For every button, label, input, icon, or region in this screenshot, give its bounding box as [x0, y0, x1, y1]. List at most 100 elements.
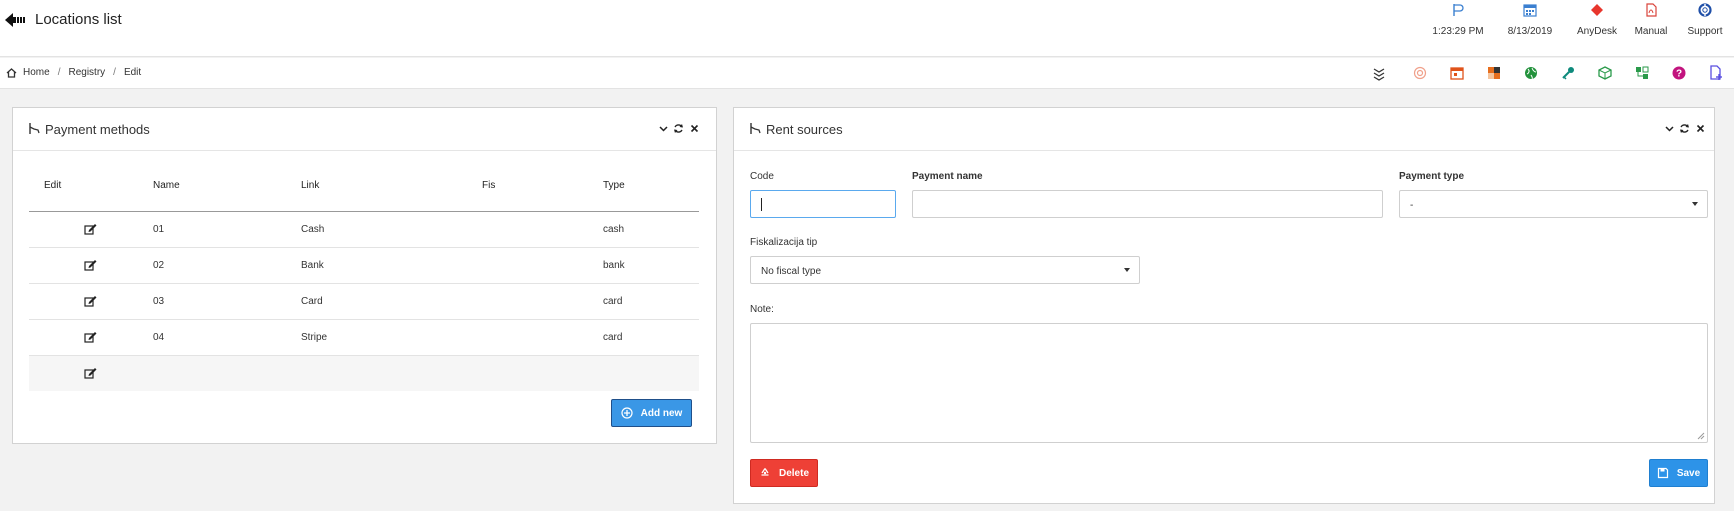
- cell-type: cash: [603, 211, 699, 248]
- key-icon[interactable]: [1560, 65, 1576, 81]
- cell-name: 04: [153, 319, 301, 356]
- anydesk-tool[interactable]: AnyDesk: [1569, 0, 1625, 57]
- checker-icon[interactable]: [1486, 65, 1502, 81]
- table-row-new[interactable]: [29, 355, 699, 391]
- collapse-chevron-icon[interactable]: [1664, 123, 1675, 134]
- save-label: Save: [1676, 467, 1701, 479]
- table-row[interactable]: 04 Stripe card: [29, 319, 699, 356]
- column-header-name[interactable]: Name: [153, 161, 301, 212]
- dropdown-caret-icon: [1692, 202, 1698, 206]
- cell-name: 01: [153, 211, 301, 248]
- cell-fis: [482, 211, 603, 248]
- cell-type: card: [603, 319, 699, 356]
- edit-icon[interactable]: [84, 259, 97, 271]
- panel-title: Rent sources: [766, 122, 843, 137]
- code-label: Code: [750, 171, 774, 182]
- fiscal-type-select[interactable]: No fiscal type: [750, 256, 1140, 284]
- text-cursor: [761, 198, 762, 211]
- cell-fis: [482, 319, 603, 356]
- top-bar: Locations list 1:23:29 PM 8/13/2019 AnyD…: [0, 0, 1734, 57]
- payment-methods-table: Edit Name Link Fis Type 01 Cash cash 02 …: [29, 161, 699, 391]
- sitemap-icon[interactable]: [1634, 65, 1650, 81]
- cell-fis: [482, 247, 603, 284]
- payment-type-select[interactable]: -: [1399, 190, 1708, 218]
- cell-link: Bank: [301, 247, 482, 284]
- resize-handle-icon[interactable]: [1697, 432, 1705, 440]
- panel-header: Rent sources: [734, 108, 1714, 151]
- back-arrow-icon[interactable]: [5, 12, 27, 28]
- close-icon[interactable]: [689, 123, 700, 134]
- payment-type-label: Payment type: [1399, 171, 1465, 182]
- edit-icon[interactable]: [84, 367, 97, 379]
- breadcrumb-separator: /: [57, 67, 61, 78]
- fiscal-type-value: No fiscal type: [761, 266, 822, 277]
- layers-icon[interactable]: [1371, 65, 1387, 81]
- breadcrumb-home[interactable]: Home: [23, 67, 50, 78]
- payment-methods-panel: Payment methods Edit Name Link Fis Type …: [12, 107, 717, 444]
- flag-pin-icon: [29, 123, 40, 134]
- home-icon: [6, 67, 17, 78]
- code-field[interactable]: [750, 190, 896, 218]
- breadcrumb: Home / Registry / Edit: [6, 67, 141, 78]
- collapse-chevron-icon[interactable]: [658, 123, 669, 134]
- column-header-edit: Edit: [29, 161, 153, 212]
- edit-icon[interactable]: [84, 295, 97, 307]
- breadcrumb-bar: Home / Registry / Edit ?: [0, 58, 1734, 89]
- table-row[interactable]: 02 Bank bank: [29, 247, 699, 284]
- new-document-icon[interactable]: [1708, 65, 1724, 81]
- payment-name-field[interactable]: [912, 190, 1383, 218]
- payment-type-value: -: [1410, 200, 1414, 211]
- time-label: 1:23:29 PM: [1432, 26, 1484, 37]
- lifebuoy-icon: [1698, 3, 1712, 17]
- note-textarea[interactable]: [750, 323, 1708, 443]
- edit-icon[interactable]: [84, 331, 97, 343]
- fiscal-type-label: Fiskalizacija tip: [750, 237, 818, 248]
- floppy-disk-icon: [1657, 467, 1668, 479]
- cell-link: Stripe: [301, 319, 482, 356]
- clock-flag-icon: [1453, 4, 1464, 16]
- flag-pin-icon: [750, 123, 761, 134]
- cell-type: bank: [603, 247, 699, 284]
- calendar-grid-icon[interactable]: [1449, 65, 1465, 81]
- cube-icon[interactable]: [1597, 65, 1613, 81]
- payment-name-label: Payment name: [912, 171, 983, 182]
- calendar-icon: [1523, 4, 1537, 17]
- cell-link: Cash: [301, 211, 482, 248]
- pdf-icon: [1646, 3, 1657, 17]
- manual-label: Manual: [1634, 26, 1668, 37]
- breadcrumb-registry[interactable]: Registry: [68, 67, 105, 78]
- date-tool[interactable]: 8/13/2019: [1500, 0, 1560, 57]
- refresh-icon[interactable]: [673, 123, 684, 134]
- column-header-link[interactable]: Link: [301, 161, 482, 212]
- note-label: Note:: [750, 304, 774, 315]
- clock-tool[interactable]: 1:23:29 PM: [1428, 0, 1488, 57]
- support-tool[interactable]: Support: [1682, 0, 1728, 57]
- anydesk-icon: [1591, 4, 1603, 16]
- globe-icon[interactable]: [1523, 65, 1539, 81]
- table-row[interactable]: 01 Cash cash: [29, 211, 699, 248]
- rent-sources-panel: Rent sources Code Payment name Payment t…: [733, 107, 1715, 504]
- delete-label: Delete: [778, 467, 809, 479]
- close-icon[interactable]: [1695, 123, 1706, 134]
- save-button[interactable]: Save: [1649, 459, 1708, 487]
- panel-title: Payment methods: [45, 122, 150, 137]
- delete-button[interactable]: Delete: [750, 459, 818, 487]
- table-row[interactable]: 03 Card card: [29, 283, 699, 320]
- column-header-type[interactable]: Type: [603, 161, 699, 212]
- cell-type: card: [603, 283, 699, 320]
- help-icon[interactable]: ?: [1671, 65, 1687, 81]
- edit-icon[interactable]: [84, 223, 97, 235]
- add-new-button[interactable]: Add new: [611, 399, 692, 427]
- refresh-icon[interactable]: [1679, 123, 1690, 134]
- column-header-fis[interactable]: Fis: [482, 161, 603, 212]
- support-label: Support: [1687, 26, 1723, 37]
- page-title: Locations list: [35, 11, 122, 28]
- breadcrumb-separator: /: [113, 67, 116, 78]
- manual-tool[interactable]: Manual: [1630, 0, 1672, 57]
- anydesk-label: AnyDesk: [1576, 26, 1617, 37]
- recycle-icon: [761, 468, 769, 476]
- panel-header: Payment methods: [13, 108, 716, 151]
- cell-fis: [482, 283, 603, 320]
- target-icon[interactable]: [1412, 65, 1428, 81]
- table-header-row: Edit Name Link Fis Type: [29, 161, 699, 212]
